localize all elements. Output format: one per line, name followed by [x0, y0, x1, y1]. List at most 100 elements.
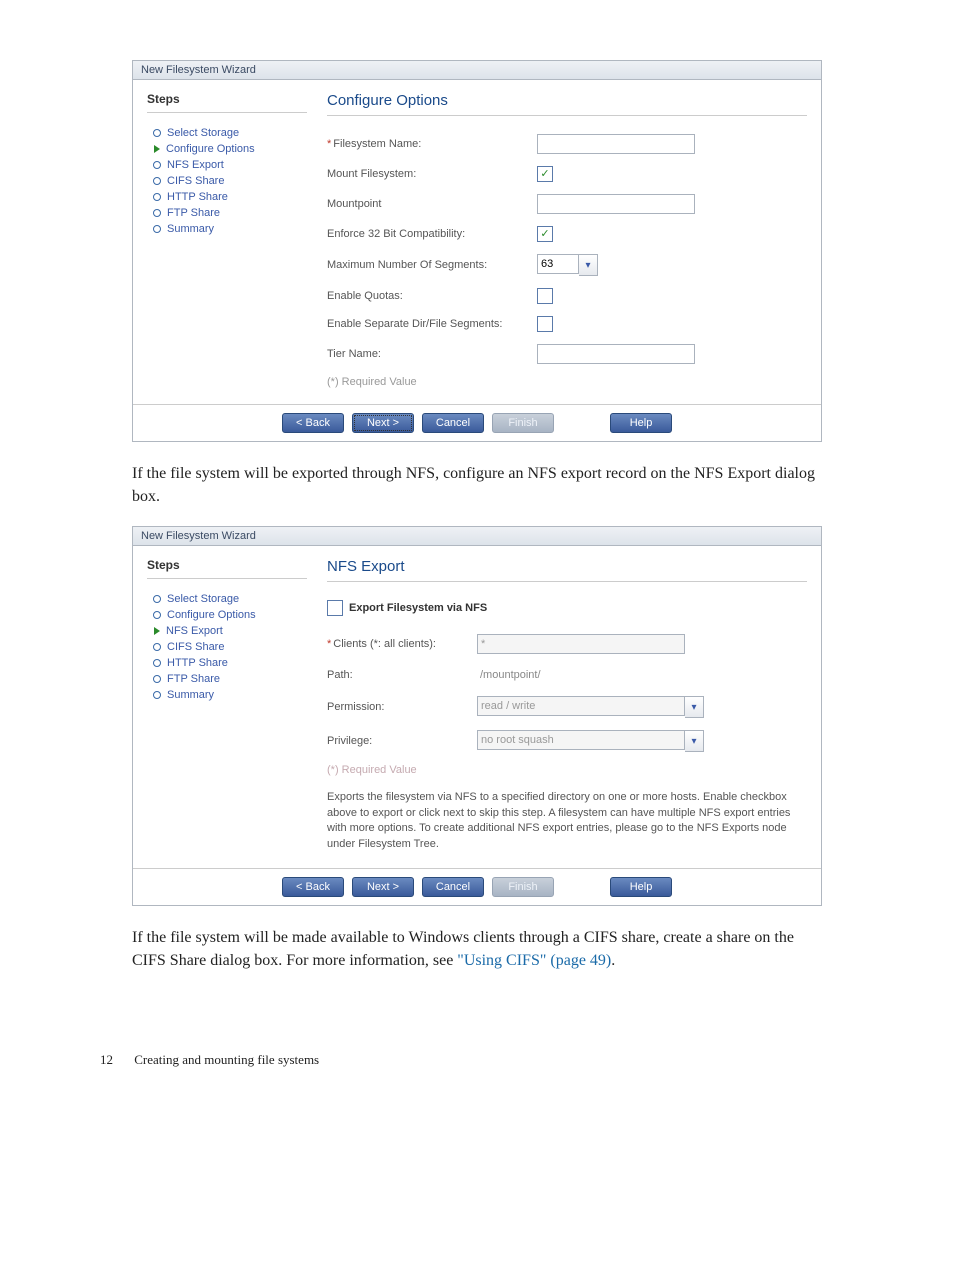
- fsname-input[interactable]: [537, 134, 695, 154]
- chevron-down-icon: ▾: [691, 702, 696, 713]
- window-title: New Filesystem Wizard: [133, 61, 821, 80]
- step-label: HTTP Share: [167, 191, 228, 203]
- page-number: 12: [100, 1052, 113, 1067]
- step-item: Select Storage: [153, 127, 307, 139]
- step-label: Summary: [167, 223, 214, 235]
- paragraph-nfs: If the file system will be exported thro…: [132, 462, 822, 508]
- step-label: Summary: [167, 689, 214, 701]
- steps-heading: Steps: [147, 558, 307, 579]
- step-bullet-icon: [153, 675, 161, 683]
- field-label-sepseg: Enable Separate Dir/File Segments:: [327, 318, 537, 330]
- step-bullet-icon: [153, 161, 161, 169]
- wizard-nfs-export: New Filesystem Wizard Steps Select Stora…: [132, 526, 822, 906]
- field-label-enforce32: Enforce 32 Bit Compatibility:: [327, 228, 537, 240]
- privilege-dropdown-button[interactable]: ▾: [685, 730, 704, 752]
- field-label-path: Path:: [327, 669, 477, 681]
- step-item: NFS Export: [153, 159, 307, 171]
- back-button[interactable]: < Back: [282, 413, 344, 433]
- field-label-tier: Tier Name:: [327, 348, 537, 360]
- field-label-quotas: Enable Quotas:: [327, 290, 537, 302]
- step-bullet-icon: [153, 643, 161, 651]
- step-label: Configure Options: [167, 609, 256, 621]
- required-star: *: [327, 138, 331, 150]
- chapter-title: Creating and mounting file systems: [134, 1052, 319, 1067]
- quotas-checkbox[interactable]: [537, 288, 553, 304]
- panel-title: Configure Options: [327, 92, 807, 116]
- button-bar: < Back Next > Cancel Finish Help: [133, 868, 821, 905]
- next-button[interactable]: Next >: [352, 877, 414, 897]
- step-arrow-icon: [154, 145, 160, 153]
- step-label: FTP Share: [167, 207, 220, 219]
- field-label-mountpoint: Mountpoint: [327, 198, 537, 210]
- step-item: FTP Share: [153, 207, 307, 219]
- step-label: FTP Share: [167, 673, 220, 685]
- step-bullet-icon: [153, 659, 161, 667]
- step-label: CIFS Share: [167, 641, 224, 653]
- permission-select[interactable]: [477, 696, 685, 716]
- help-button[interactable]: Help: [610, 877, 672, 897]
- sepseg-checkbox[interactable]: [537, 316, 553, 332]
- step-item: Configure Options: [153, 143, 307, 155]
- field-label-permission: Permission:: [327, 701, 477, 713]
- step-bullet-icon: [153, 595, 161, 603]
- permission-dropdown-button[interactable]: ▾: [685, 696, 704, 718]
- steps-sidebar: Steps Select Storage Configure Options NFS…: [147, 558, 307, 852]
- required-note: (*) Required Value: [327, 376, 807, 388]
- window-title: New Filesystem Wizard: [133, 527, 821, 546]
- panel-title: NFS Export: [327, 558, 807, 582]
- field-label-mountfs: Mount Filesystem:: [327, 168, 537, 180]
- wizard-configure-options: New Filesystem Wizard Steps Select Stora…: [132, 60, 822, 442]
- finish-button: Finish: [492, 413, 554, 433]
- export-nfs-checkbox[interactable]: [327, 600, 343, 616]
- steps-sidebar: Steps Select Storage Configure Options NFS…: [147, 92, 307, 388]
- step-item: Summary: [153, 689, 307, 701]
- help-button[interactable]: Help: [610, 413, 672, 433]
- step-bullet-icon: [153, 193, 161, 201]
- enforce32-checkbox[interactable]: ✓: [537, 226, 553, 242]
- path-input: [477, 666, 683, 684]
- field-label-maxseg: Maximum Number Of Segments:: [327, 259, 537, 271]
- step-item: FTP Share: [153, 673, 307, 685]
- tier-input[interactable]: [537, 344, 695, 364]
- chevron-down-icon: ▾: [585, 260, 590, 271]
- chevron-down-icon: ▾: [691, 736, 696, 747]
- step-label: NFS Export: [167, 159, 224, 171]
- step-label: NFS Export: [166, 625, 223, 637]
- maxseg-dropdown-button[interactable]: ▾: [579, 254, 598, 276]
- cancel-button[interactable]: Cancel: [422, 413, 484, 433]
- steps-heading: Steps: [147, 92, 307, 113]
- back-button[interactable]: < Back: [282, 877, 344, 897]
- help-text: Exports the filesystem via NFS to a spec…: [327, 790, 807, 852]
- step-bullet-icon: [153, 691, 161, 699]
- paragraph-cifs: If the file system will be made availabl…: [132, 926, 822, 972]
- using-cifs-link[interactable]: "Using CIFS" (page 49): [457, 952, 611, 969]
- step-bullet-icon: [153, 209, 161, 217]
- mountpoint-input[interactable]: [537, 194, 695, 214]
- required-star: *: [327, 638, 331, 650]
- clients-input[interactable]: [477, 634, 685, 654]
- next-button[interactable]: Next >: [352, 413, 414, 433]
- step-label: HTTP Share: [167, 657, 228, 669]
- privilege-select[interactable]: [477, 730, 685, 750]
- field-label-clients: Clients (*: all clients):: [333, 638, 436, 650]
- step-bullet-icon: [153, 611, 161, 619]
- step-label: Select Storage: [167, 593, 239, 605]
- step-label: Select Storage: [167, 127, 239, 139]
- step-item: CIFS Share: [153, 175, 307, 187]
- maxseg-input[interactable]: [537, 254, 579, 274]
- step-item: CIFS Share: [153, 641, 307, 653]
- finish-button: Finish: [492, 877, 554, 897]
- cancel-button[interactable]: Cancel: [422, 877, 484, 897]
- page-footer: 12 Creating and mounting file systems: [100, 1052, 954, 1068]
- mountfs-checkbox[interactable]: ✓: [537, 166, 553, 182]
- step-item: Select Storage: [153, 593, 307, 605]
- step-item: HTTP Share: [153, 657, 307, 669]
- step-item: Summary: [153, 223, 307, 235]
- step-bullet-icon: [153, 177, 161, 185]
- step-label: CIFS Share: [167, 175, 224, 187]
- step-arrow-icon: [154, 627, 160, 635]
- field-label-fsname: Filesystem Name:: [333, 138, 421, 150]
- step-item: Configure Options: [153, 609, 307, 621]
- step-bullet-icon: [153, 225, 161, 233]
- step-item: NFS Export: [153, 625, 307, 637]
